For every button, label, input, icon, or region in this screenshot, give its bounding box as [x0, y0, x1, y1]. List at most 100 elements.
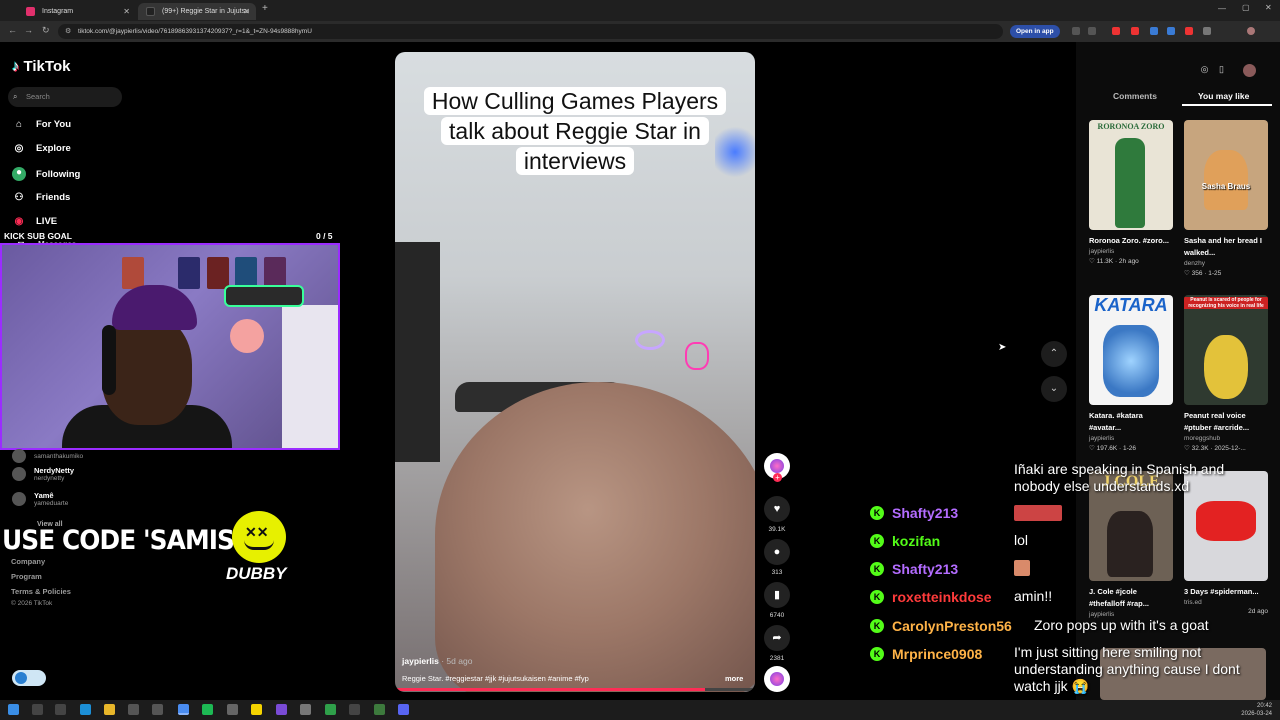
comment-icon: ● — [764, 539, 790, 565]
extension-icon[interactable] — [1150, 27, 1158, 35]
search-icon[interactable] — [32, 704, 43, 715]
video-progress-bar[interactable] — [395, 688, 755, 691]
zoom-icon[interactable] — [1072, 27, 1080, 35]
share-button[interactable]: ➦ 2381 — [764, 625, 790, 662]
search-input[interactable]: ⌕ Search — [8, 87, 122, 107]
url-field[interactable]: ⚙ tiktok.com/@jaypierlis/video/761898639… — [58, 24, 1003, 39]
tab-comments[interactable]: Comments — [1113, 91, 1157, 101]
footer-link[interactable]: Company — [11, 557, 45, 566]
spotify-icon[interactable] — [202, 704, 213, 715]
save-button[interactable]: ▮ 6740 — [764, 582, 790, 619]
video-author[interactable]: jaypierlis · 5d ago — [402, 656, 472, 666]
following-icon: ● — [12, 167, 26, 181]
nav-explore[interactable]: ◎ Explore — [12, 143, 71, 154]
browser-tab-bar: Instagram ✕ (99+) Reggie Star in Jujutsu… — [0, 0, 1280, 21]
app-icon[interactable] — [152, 704, 163, 715]
app-icon[interactable] — [276, 704, 287, 715]
neon-planet — [635, 330, 665, 350]
back-icon[interactable]: ← — [8, 25, 17, 35]
live-icon: ◉ — [14, 216, 24, 227]
windows-taskbar: 20:42 2026-03-24 — [0, 700, 1280, 720]
footer-link[interactable]: Program — [11, 572, 42, 581]
new-tab-icon[interactable]: + — [262, 3, 268, 14]
tab-you-may-like[interactable]: You may like — [1198, 91, 1249, 101]
tab-instagram[interactable]: Instagram ✕ — [18, 3, 136, 20]
obs-icon[interactable] — [349, 704, 360, 715]
kick-badge-icon: K — [870, 506, 884, 520]
suggested-video-card[interactable]: KATARA Katara. #katara #avatar... jaypie… — [1089, 295, 1173, 452]
katara-figure — [1103, 325, 1159, 397]
forward-icon[interactable]: → — [24, 25, 33, 35]
chat-message: Iñaki are speaking in Spanish and nobody… — [1014, 461, 1225, 494]
upload-icon[interactable]: ▯ — [1216, 64, 1227, 75]
close-window-icon[interactable]: ✕ — [1265, 3, 1272, 12]
like-button[interactable]: ♥ 39.1K — [764, 496, 790, 533]
url-text: tiktok.com/@jaypierlis/video/76189863931… — [78, 28, 312, 35]
nav-following[interactable]: ● Following — [12, 167, 80, 181]
nav-friends[interactable]: ⚇ Friends — [12, 192, 71, 203]
follow-plus-icon[interactable]: + — [773, 473, 782, 482]
compass-icon: ◎ — [14, 143, 24, 154]
tiktok-logo[interactable]: ♪ TikTok — [12, 58, 70, 75]
profile-avatar[interactable] — [1247, 27, 1255, 35]
app-icon[interactable] — [325, 704, 336, 715]
minimize-icon[interactable]: — — [1218, 4, 1226, 13]
previous-video-button[interactable]: ⌃ — [1041, 341, 1067, 367]
toggle-knob — [15, 672, 27, 684]
music-disc-icon — [770, 672, 784, 686]
neon-sign — [685, 342, 709, 370]
app-icon[interactable] — [251, 704, 262, 715]
chrome-icon[interactable] — [178, 704, 189, 715]
suggested-account[interactable]: samanthakumiko — [12, 449, 83, 463]
nav-live[interactable]: ◉ LIVE — [12, 216, 58, 227]
share-count: 2381 — [769, 655, 785, 662]
video-player[interactable]: How Culling Games Players talk about Reg… — [395, 52, 755, 692]
suggested-video-card[interactable]: Peanut is scared of people for recognizi… — [1184, 295, 1268, 452]
video-thumbnail: KATARA — [1089, 295, 1173, 405]
suggested-video-card[interactable]: Sasha Braus Sasha and her bread I walked… — [1184, 120, 1268, 277]
user-avatar[interactable] — [1243, 64, 1256, 77]
extension-icon[interactable] — [1185, 27, 1193, 35]
face-mouth-icon — [244, 540, 274, 550]
footer-link[interactable]: Terms & Policies — [11, 587, 71, 596]
app-icon[interactable] — [300, 704, 311, 715]
more-button[interactable]: more — [725, 674, 743, 683]
nav-for-you[interactable]: ⌂ For You — [12, 119, 71, 130]
next-video-button[interactable]: ⌄ — [1041, 376, 1067, 402]
suggested-account[interactable]: NerdyNetty nerdynetty — [12, 466, 74, 482]
close-icon[interactable]: ✕ — [243, 3, 250, 20]
sound-disc[interactable] — [764, 666, 790, 692]
maximize-icon[interactable]: ▢ — [1242, 3, 1250, 12]
reload-icon[interactable]: ↻ — [42, 25, 50, 36]
app-icon[interactable] — [374, 704, 385, 715]
app-icon[interactable] — [398, 704, 409, 715]
comment-button[interactable]: ● 313 — [764, 539, 790, 576]
chat-message: I'm just sitting here smiling not unders… — [1014, 644, 1240, 694]
progress-fill — [395, 688, 705, 691]
suggested-video-card[interactable]: RORONOA ZORO Roronoa Zoro. #zoro... jayp… — [1089, 120, 1173, 265]
close-icon[interactable]: ✕ — [123, 3, 130, 20]
coin-icon[interactable]: ◎ — [1199, 64, 1210, 75]
bookmark-star-icon[interactable] — [1088, 27, 1096, 35]
extension-icon[interactable] — [1167, 27, 1175, 35]
chat-message: lol — [1014, 532, 1029, 548]
file-explorer-icon[interactable] — [104, 704, 115, 715]
extension-icon[interactable] — [1131, 27, 1139, 35]
app-icon[interactable] — [227, 704, 238, 715]
app-icon[interactable] — [128, 704, 139, 715]
theme-toggle[interactable] — [12, 670, 46, 686]
tab-tiktok[interactable]: (99+) Reggie Star in Jujutsu ✕ — [138, 3, 256, 20]
task-view-icon[interactable] — [55, 704, 66, 715]
site-info-icon[interactable]: ⚙ — [65, 24, 71, 39]
open-in-app-button[interactable]: Open in app — [1010, 25, 1060, 38]
start-icon[interactable] — [8, 704, 19, 715]
video-description: Reggie Star. #reggiestar #jjk #jujutsuka… — [402, 674, 589, 683]
extension-icon[interactable] — [1112, 27, 1120, 35]
creator-avatar[interactable]: + — [764, 453, 790, 482]
extensions-puzzle-icon[interactable] — [1203, 27, 1211, 35]
friends-icon: ⚇ — [14, 192, 24, 203]
system-clock[interactable]: 20:42 2026-03-24 — [1241, 702, 1272, 718]
suggested-account[interactable]: Yamê yameduarte — [12, 491, 68, 507]
edge-icon[interactable] — [80, 704, 91, 715]
tiktok-tab-icon — [146, 7, 155, 16]
